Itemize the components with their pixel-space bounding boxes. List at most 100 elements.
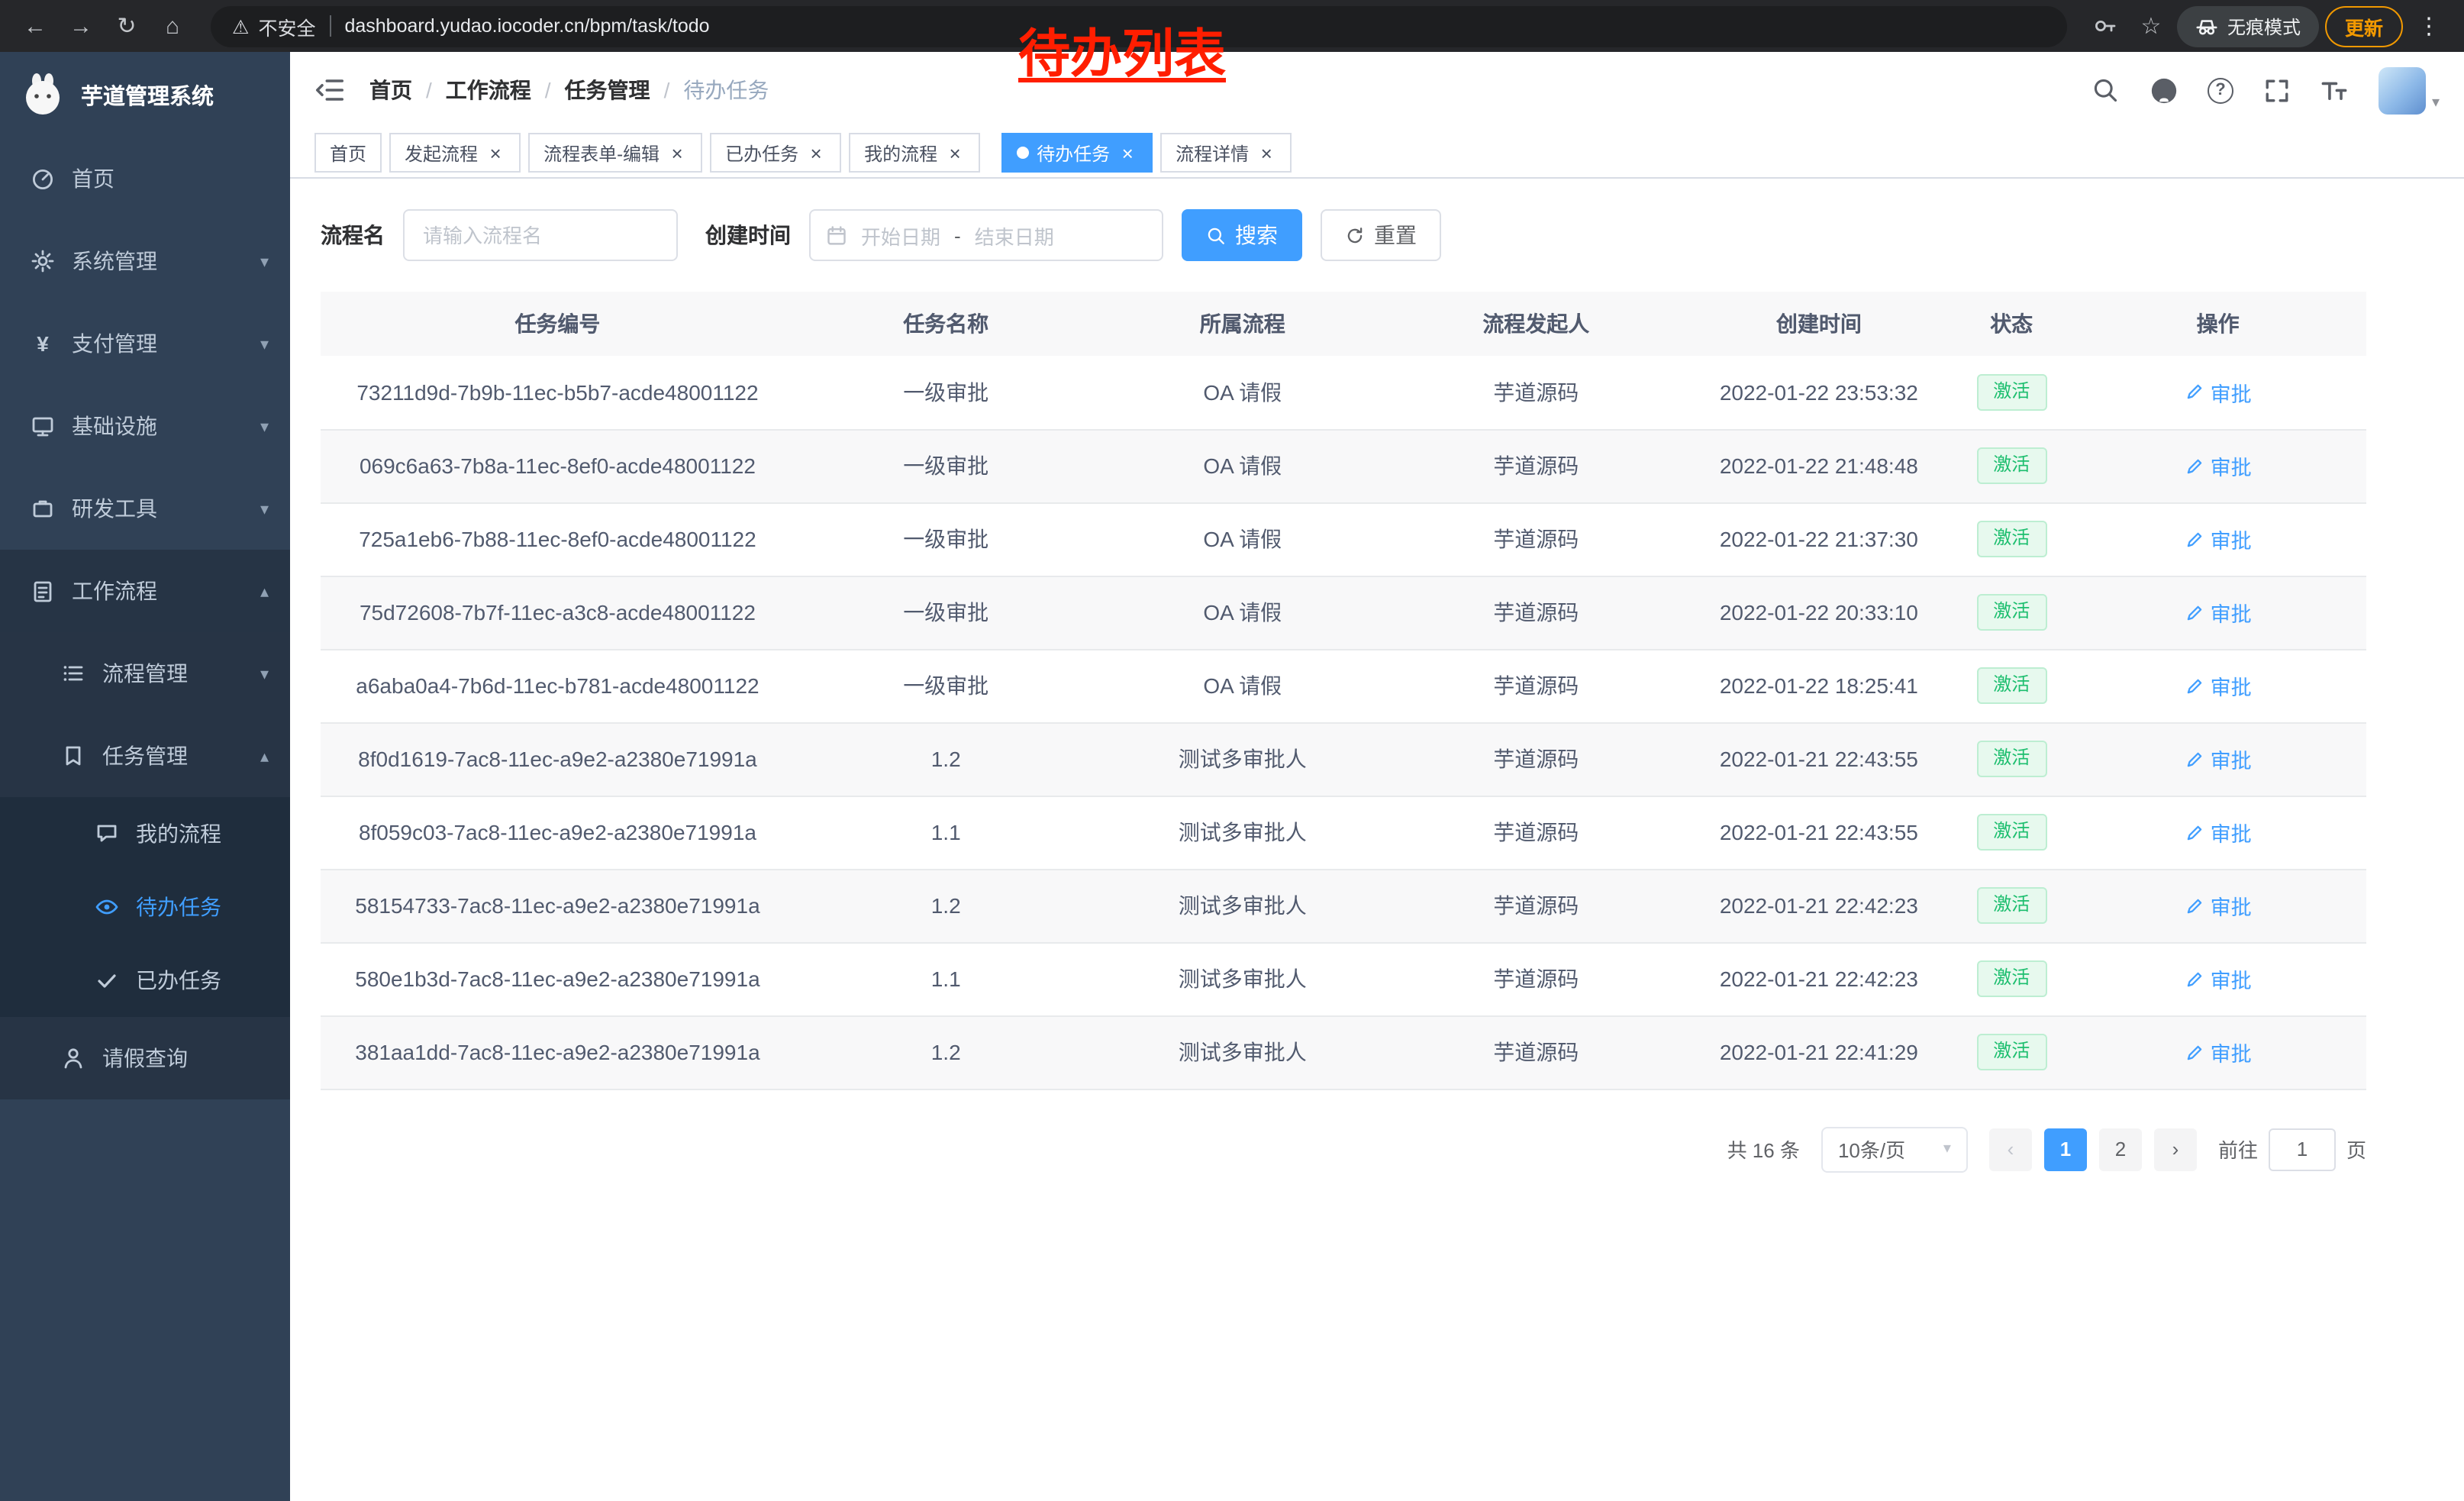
page-button-1[interactable]: 1: [2044, 1128, 2087, 1170]
next-page-button[interactable]: ›: [2154, 1128, 2197, 1170]
status-badge: 激活: [1976, 887, 2046, 923]
tab-done-task[interactable]: 已办任务 ×: [710, 133, 841, 173]
app-logo: [20, 72, 66, 118]
font-size-button[interactable]: [2320, 76, 2350, 105]
breadcrumb-item-workflow[interactable]: 工作流程: [446, 75, 531, 105]
sidebar-item-infra[interactable]: 基础设施 ▾: [0, 385, 290, 467]
close-icon[interactable]: ×: [945, 143, 965, 163]
sidebar-item-leave-query[interactable]: 请假查询: [0, 1017, 290, 1099]
search-button[interactable]: 搜索: [1182, 209, 1302, 261]
browser-toolbar: ← → ↻ ⌂ ⚠ 不安全 dashboard.yudao.iocoder.cn…: [0, 0, 2464, 52]
breadcrumb-item-task-management[interactable]: 任务管理: [565, 75, 650, 105]
breadcrumb-separator: /: [426, 78, 432, 102]
back-button[interactable]: ←: [15, 6, 55, 46]
sidebar-item-todo-task[interactable]: 待办任务: [0, 870, 290, 944]
sidebar-item-process-management[interactable]: 流程管理 ▾: [0, 632, 290, 715]
prev-page-button[interactable]: ‹: [1989, 1128, 2032, 1170]
approve-button[interactable]: 审批: [2185, 670, 2252, 701]
approve-button[interactable]: 审批: [2185, 964, 2252, 994]
approve-button[interactable]: 审批: [2185, 524, 2252, 554]
initiator-cell: 芋道源码: [1388, 576, 1685, 649]
user-menu[interactable]: ▾: [2379, 66, 2440, 114]
approve-label: 审批: [2211, 670, 2252, 701]
process-name-input[interactable]: [403, 209, 678, 261]
close-icon[interactable]: ×: [806, 143, 826, 163]
tab-my-process[interactable]: 我的流程 ×: [849, 133, 980, 173]
github-button[interactable]: [2150, 76, 2179, 105]
approve-button[interactable]: 审批: [2185, 377, 2252, 408]
approve-button[interactable]: 审批: [2185, 890, 2252, 921]
fullscreen-button[interactable]: [2262, 76, 2291, 105]
reset-button[interactable]: 重置: [1321, 209, 1441, 261]
home-button[interactable]: ⌂: [153, 6, 192, 46]
menu-label: 工作流程: [72, 576, 157, 606]
active-dot: [1017, 147, 1029, 159]
tab-process-detail[interactable]: 流程详情 ×: [1160, 133, 1292, 173]
sidebar-item-payment[interactable]: ¥ 支付管理 ▾: [0, 302, 290, 385]
tab-process-form-edit[interactable]: 流程表单-编辑 ×: [528, 133, 702, 173]
refresh-button[interactable]: ↻: [107, 6, 147, 46]
page-size-select[interactable]: 10条/页 ▾: [1821, 1126, 1968, 1172]
sidebar-item-system[interactable]: 系统管理 ▾: [0, 220, 290, 302]
site-security-indicator[interactable]: ⚠ 不安全: [232, 11, 315, 40]
update-button[interactable]: 更新: [2325, 5, 2403, 47]
approve-button[interactable]: 审批: [2185, 450, 2252, 481]
help-button[interactable]: ?: [2208, 77, 2233, 103]
initiator-cell: 芋道源码: [1388, 796, 1685, 869]
sidebar-item-task-management[interactable]: 任务管理 ▴: [0, 715, 290, 797]
goto-page-input[interactable]: [2269, 1128, 2336, 1170]
app-logo-row[interactable]: 芋道管理系统: [0, 52, 290, 137]
clipboard-icon: [31, 579, 55, 603]
approve-button[interactable]: 审批: [2185, 817, 2252, 847]
process-name-label: 流程名: [321, 220, 385, 250]
menu-label: 请假查询: [102, 1043, 188, 1073]
tab-todo-task[interactable]: 待办任务 ×: [1001, 133, 1153, 173]
close-icon[interactable]: ×: [1256, 143, 1276, 163]
bookmark-star-button[interactable]: ☆: [2131, 6, 2171, 46]
close-icon[interactable]: ×: [1118, 143, 1137, 163]
sidebar-item-devtools[interactable]: 研发工具 ▾: [0, 467, 290, 550]
created-cell: 2022-01-21 22:43:55: [1685, 796, 1954, 869]
process-cell: OA 请假: [1097, 649, 1388, 722]
status-badge: 激活: [1976, 594, 2046, 630]
menu-label: 系统管理: [72, 246, 157, 276]
breadcrumb-item-home[interactable]: 首页: [369, 75, 412, 105]
page-button-2[interactable]: 2: [2099, 1128, 2142, 1170]
table-row: 8f0d1619-7ac8-11ec-a9e2-a2380e71991a 1.2…: [321, 722, 2366, 796]
sidebar-collapse-icon[interactable]: [314, 75, 345, 105]
sidebar-item-my-process[interactable]: 我的流程: [0, 797, 290, 870]
approve-button[interactable]: 审批: [2185, 1037, 2252, 1067]
task-name-cell: 1.2: [795, 869, 1098, 942]
tab-start-process[interactable]: 发起流程 ×: [389, 133, 521, 173]
column-header-actions: 操作: [2069, 292, 2366, 356]
approve-label: 审批: [2211, 817, 2252, 847]
forward-button[interactable]: →: [61, 6, 101, 46]
edit-icon: [2185, 896, 2204, 915]
process-cell: 测试多审批人: [1097, 869, 1388, 942]
initiator-cell: 芋道源码: [1388, 356, 1685, 429]
close-icon[interactable]: ×: [667, 143, 687, 163]
monitor-icon: [31, 414, 55, 438]
edit-icon: [2185, 1042, 2204, 1062]
search-button[interactable]: [2091, 76, 2121, 105]
task-name-cell: 一级审批: [795, 356, 1098, 429]
approve-button[interactable]: 审批: [2185, 597, 2252, 628]
start-date-placeholder: 开始日期: [861, 221, 940, 250]
password-key-icon[interactable]: [2085, 6, 2125, 46]
chevron-down-icon: ▾: [260, 334, 269, 353]
date-range-picker[interactable]: 开始日期 - 结束日期: [809, 209, 1163, 261]
approve-button[interactable]: 审批: [2185, 744, 2252, 774]
browser-menu-button[interactable]: ⋮: [2409, 6, 2449, 46]
calendar-icon: [826, 224, 847, 246]
tab-home[interactable]: 首页: [314, 133, 382, 173]
avatar[interactable]: [2379, 66, 2426, 114]
chevron-down-icon: ▾: [260, 663, 269, 683]
task-id-cell: 580e1b3d-7ac8-11ec-a9e2-a2380e71991a: [321, 942, 795, 1015]
sidebar-item-done-task[interactable]: 已办任务: [0, 944, 290, 1017]
close-icon[interactable]: ×: [485, 143, 505, 163]
task-id-cell: 73211d9d-7b9b-11ec-b5b7-acde48001122: [321, 356, 795, 429]
menu-label: 已办任务: [136, 965, 221, 996]
sidebar-item-home[interactable]: 首页: [0, 137, 290, 220]
sidebar-item-workflow[interactable]: 工作流程 ▴: [0, 550, 290, 632]
user-icon: [61, 1046, 85, 1070]
